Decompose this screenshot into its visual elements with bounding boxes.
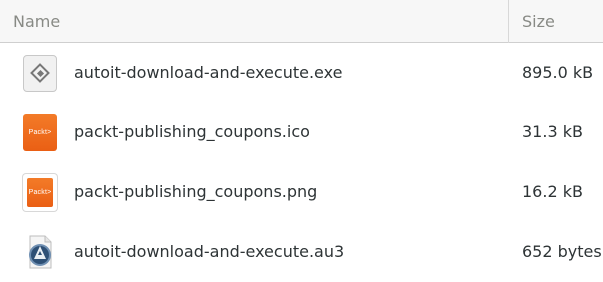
file-size: 652 bytes [522,242,602,261]
size-column-header[interactable]: Size [522,0,555,43]
file-row[interactable]: Packt> packt-publishing_coupons.png 16.2… [0,163,603,221]
file-name: autoit-download-and-execute.au3 [74,242,345,261]
column-divider[interactable] [508,0,509,43]
packt-image-icon: Packt> [23,114,57,151]
file-size: 895.0 kB [522,63,594,82]
file-row[interactable]: autoit-download-and-execute.exe 895.0 kB [0,44,603,102]
executable-icon [23,55,57,92]
file-row[interactable]: autoit-download-and-execute.au3 652 byte… [0,223,603,281]
file-list-header: Name Size [0,0,603,43]
file-size: 16.2 kB [522,182,583,201]
name-column-header[interactable]: Name [13,0,60,43]
packt-icon-text: Packt> [28,129,52,136]
packt-image-icon: Packt> [23,174,57,211]
file-name: packt-publishing_coupons.png [74,182,318,201]
file-size: 31.3 kB [522,122,583,141]
packt-icon-text: Packt> [28,189,52,196]
autoit-script-icon [23,234,57,271]
file-list: Name Size autoit-download-and-execute.ex… [0,0,603,282]
file-name: autoit-download-and-execute.exe [74,63,343,82]
file-name: packt-publishing_coupons.ico [74,122,310,141]
file-row[interactable]: Packt> packt-publishing_coupons.ico 31.3… [0,103,603,161]
